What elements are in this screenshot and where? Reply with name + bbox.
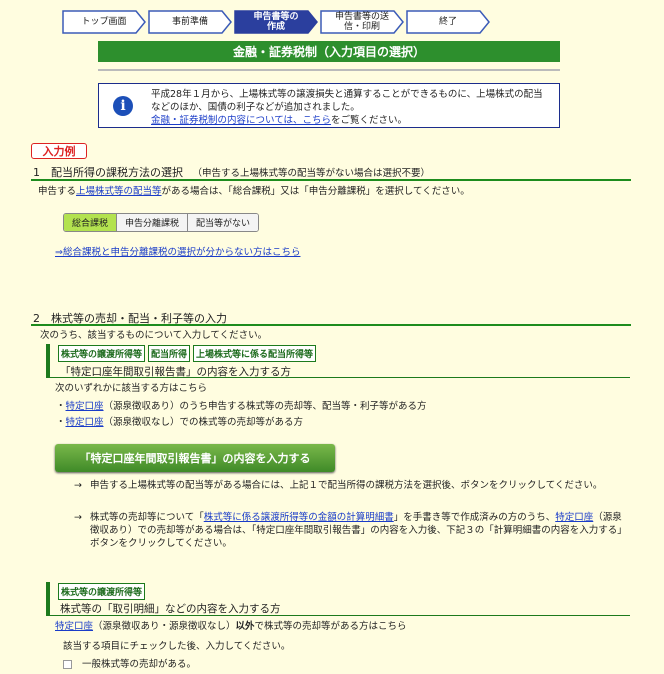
block2-underline [50,615,630,616]
tag-listed-dividend: 上場株式等に係る配当所得等 [193,345,317,362]
divider [98,69,560,71]
option-no-dividend[interactable]: 配当等がない [187,214,259,231]
section1-desc: 申告する上場株式等の配当等がある場合は、「総合課税」又は「申告分離課税」を選択し… [38,186,470,197]
tag-dividend: 配当所得 [148,345,191,362]
progress-steps: トップ画面 事前準備 申告書等の作成 申告書等の送信・印刷 終了 [62,10,492,34]
checkbox-instruction: 該当する項目にチェックした後、入力してください。 [63,641,291,652]
block2-tags: 株式等の譲渡所得等 [58,583,148,600]
page-title: 金融・証券税制（入力項目の選択） [98,41,560,62]
block2-marker [46,582,50,616]
specific-account-link-2[interactable]: 特定口座 [66,417,104,428]
block2-desc: 特定口座（源泉徴収あり・源泉徴収なし）以外で株式等の売却等がある方はこちら [55,621,407,632]
tax-info-link[interactable]: 金融・証券税制の内容については、こちら [151,115,331,126]
section1-underline [31,179,631,181]
step-top: トップ画面 [62,10,146,34]
specific-account-link-3[interactable]: 特定口座 [555,512,593,523]
step-send-print: 申告書等の送信・印刷 [320,10,404,34]
enter-annual-report-button[interactable]: 「特定口座年間取引報告書」の内容を入力する [55,444,335,472]
step-create: 申告書等の作成 [234,10,318,34]
specific-account-link-1[interactable]: 特定口座 [66,401,104,412]
list-item: ・特定口座（源泉徴収あり）のうち申告する株式等の売却等、配当等・利子等がある方 [56,401,427,412]
note-1: 申告する上場株式等の配当等がある場合には、上記１で配当所得の課税方法を選択後、ボ… [90,480,603,491]
block-tags: 株式等の譲渡所得等 配当所得 上場株式等に係る配当所得等 [58,345,319,362]
block-marker [46,344,50,378]
step-finish: 終了 [406,10,490,34]
tag-stock-transfer-2: 株式等の譲渡所得等 [58,583,146,600]
dividend-link[interactable]: 上場株式等の配当等 [76,186,162,197]
block2-title: 株式等の「取引明細」などの内容を入力する方 [60,603,281,615]
info-icon: i [113,96,133,116]
info-text: 平成28年１月から、上場株式等の譲渡損失と通算することができるものに、上場株式の… [151,89,543,126]
step-preparation: 事前準備 [148,10,232,34]
specific-account-link-4[interactable]: 特定口座 [55,621,93,632]
general-stock-checkbox-row: 一般株式等の売却がある。 [63,658,196,671]
section2-desc: 次のうち、該当するものについて入力してください。 [40,330,268,341]
block-underline [50,377,630,378]
arrow-1: → [74,480,82,491]
calc-statement-link[interactable]: 株式等に係る譲渡所得等の金額の計算明細書 [204,512,394,523]
note-2: 株式等の売却等について「株式等に係る譲渡所得等の金額の計算明細書」を手書き等で作… [90,512,627,549]
section2-underline [31,324,631,326]
applies-text: 次のいずれかに該当する方はこちら [55,383,208,394]
info-box: i 平成28年１月から、上場株式等の譲渡損失と通算することができるものに、上場株… [98,83,560,128]
section1-title: 1 配当所得の課税方法の選択 （申告する上場株式等の配当等がない場合は選択不要） [33,166,431,179]
taxation-help-link[interactable]: ⇒総合課税と申告分離課税の選択が分からない方はこちら [55,246,300,259]
example-badge: 入力例 [31,143,87,159]
tag-stock-transfer: 株式等の譲渡所得等 [58,345,146,362]
arrow-2: → [74,512,82,523]
option-separate[interactable]: 申告分離課税 [116,214,188,231]
taxation-method-selector: 総合課税 申告分離課税 配当等がない [63,213,260,232]
option-comprehensive[interactable]: 総合課税 [64,214,117,231]
list-item: ・特定口座（源泉徴収なし）での株式等の売却等がある方 [56,417,304,428]
general-stock-checkbox[interactable] [63,660,72,669]
